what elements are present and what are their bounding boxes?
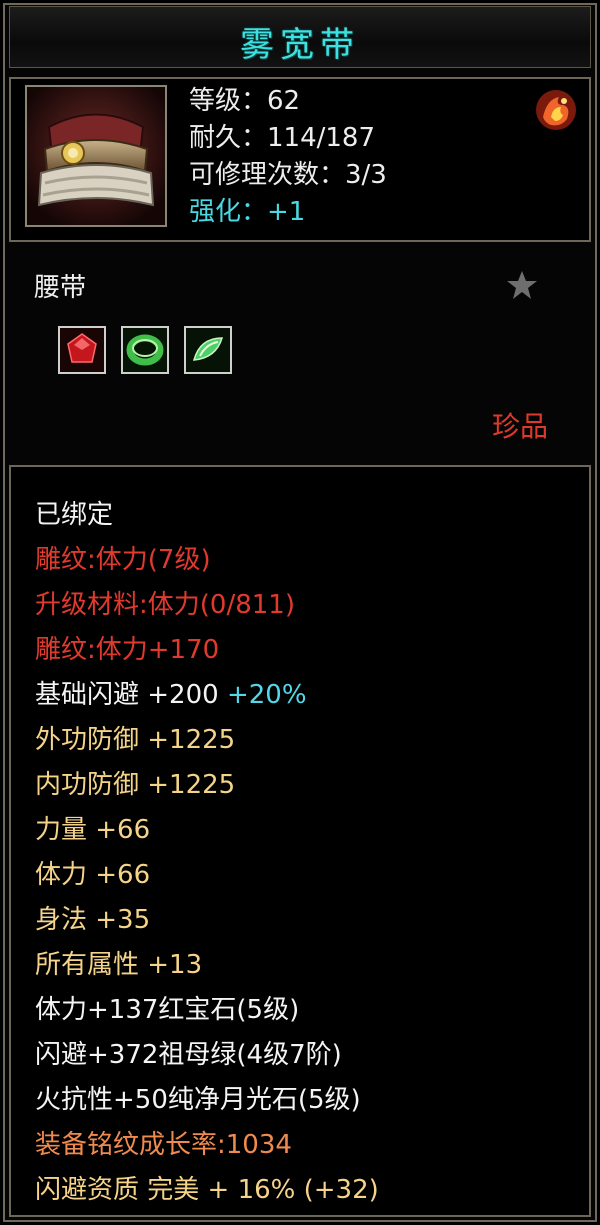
attributes-list: 已绑定 雕纹:体力(7级) 升级材料:体力(0/811) 雕纹:体力+170 基… [35, 493, 379, 1213]
upgrade-material: 升级材料:体力(0/811) [35, 590, 295, 620]
emerald-gem-icon[interactable] [121, 326, 169, 374]
ruby-gem-icon[interactable] [58, 326, 106, 374]
outer-defense: 外功防御 +1225 [35, 725, 236, 755]
engrave-bonus: 雕纹:体力+170 [35, 635, 220, 665]
base-dodge-bonus: +20% [226, 680, 307, 710]
star-icon[interactable] [505, 268, 539, 302]
fur-belt-icon [25, 85, 167, 227]
attributes-panel: 已绑定 雕纹:体力(7级) 升级材料:体力(0/811) 雕纹:体力+170 基… [9, 465, 591, 1217]
item-level: 等级：62 [189, 86, 301, 116]
base-dodge: 基础闪避 +200 +20% [35, 673, 379, 718]
engrave-level: 雕纹:体力(7级) [35, 545, 211, 575]
gem-bonus-moonstone: 火抗性+50纯净月光石(5级) [35, 1085, 361, 1115]
stamina-stat: 体力 +66 [35, 860, 151, 890]
strength-stat: 力量 +66 [35, 815, 151, 845]
gem-bonus-ruby: 体力+137红宝石(5级) [35, 995, 300, 1025]
fire-emblem-icon [531, 85, 581, 135]
gem-bonus-emerald: 闪避+372祖母绿(4级7阶) [35, 1040, 342, 1070]
all-attributes-stat: 所有属性 +13 [35, 950, 203, 980]
item-type: 腰带 [34, 273, 87, 303]
inner-defense: 内功防御 +1225 [35, 770, 236, 800]
item-stats: 等级：62 耐久：114/187 可修理次数：3/3 强化：+1 [189, 83, 387, 231]
item-repair-count: 可修理次数：3/3 [189, 160, 387, 190]
base-dodge-value: 基础闪避 +200 [35, 680, 219, 710]
engrave-growth-rate: 装备铭纹成长率:1034 [35, 1130, 292, 1160]
bound-status: 已绑定 [35, 500, 114, 530]
tooltip-titlebar: 雾宽带 [9, 6, 591, 68]
item-name: 雾宽带 [240, 25, 360, 65]
agility-stat: 身法 +35 [35, 905, 151, 935]
dodge-quality: 闪避资质 完美 + 16% (+32) [35, 1175, 379, 1205]
rarity-label: 珍品 [492, 410, 549, 443]
item-info-panel: 等级：62 耐久：114/187 可修理次数：3/3 强化：+1 [9, 77, 591, 242]
item-durability: 耐久：114/187 [189, 123, 376, 153]
moonstone-gem-icon[interactable] [184, 326, 232, 374]
item-enhance-level: 强化：+1 [189, 197, 306, 227]
